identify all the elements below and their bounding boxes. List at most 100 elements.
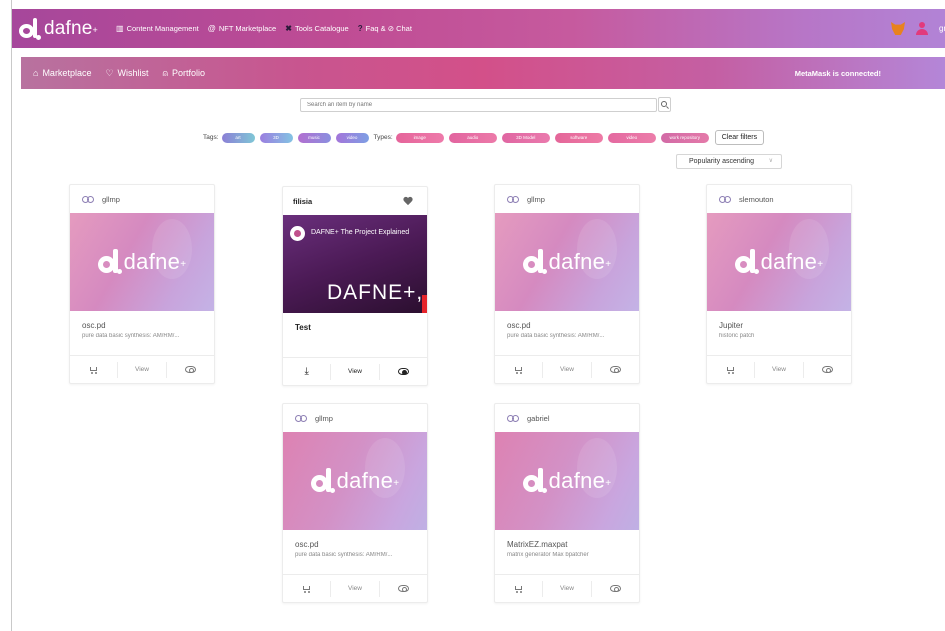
top-navbar: dafne+ ▥ Content Management @ NFT Marketpl…: [12, 9, 945, 48]
subnav-label: Wishlist: [117, 68, 149, 78]
type-chip-work-repository[interactable]: work repository: [660, 132, 709, 143]
card-thumbnail[interactable]: dafne+: [495, 213, 639, 311]
view-button[interactable]: View: [330, 363, 380, 380]
nav-faq-chat[interactable]: ? Faq & ⊘ Chat: [358, 24, 412, 33]
chevron-down-icon: ∨: [768, 158, 773, 164]
card-thumbnail[interactable]: dafne+: [495, 432, 639, 530]
card-actions: View: [70, 355, 214, 383]
dafne-thumbnail-logo: dafne+: [495, 249, 639, 275]
search-button[interactable]: [658, 97, 671, 112]
item-card[interactable]: gllmp dafne+ osc.pd pure data basic synt…: [494, 184, 640, 384]
card-owner[interactable]: slemouton: [739, 195, 774, 204]
tag-chip-art[interactable]: art: [221, 132, 255, 143]
card-thumbnail[interactable]: dafne+: [707, 213, 851, 311]
card-owner[interactable]: filisia: [293, 197, 312, 206]
question-icon: ?: [357, 24, 363, 33]
filter-bar: Tags: art 3D music video Types: image au…: [203, 130, 765, 145]
nav-label: Content Management: [126, 24, 199, 33]
card-description: matrix generator Max bpatcher: [507, 552, 589, 558]
nav-label: Faq & ⊘ Chat: [365, 24, 412, 33]
preview-button[interactable]: [380, 364, 427, 380]
view-button[interactable]: View: [754, 361, 804, 378]
item-card[interactable]: slemouton dafne+ Jupiter historic patch …: [706, 184, 852, 384]
type-chip-3d-model[interactable]: 3D Model: [501, 132, 550, 143]
view-button[interactable]: View: [330, 580, 380, 597]
type-chip-video[interactable]: video: [607, 132, 656, 143]
cart-icon: [726, 366, 735, 374]
clear-filters-button[interactable]: Clear filters: [714, 130, 765, 145]
add-to-cart-button[interactable]: [707, 362, 754, 378]
add-to-cart-button[interactable]: [495, 581, 542, 597]
card-title: osc.pd: [82, 321, 106, 330]
cart-icon: [514, 585, 523, 593]
window-frame-left: [0, 0, 12, 631]
type-chip-image[interactable]: image: [395, 132, 444, 143]
card-title: Test: [295, 323, 311, 332]
card-owner[interactable]: gllmp: [527, 195, 545, 204]
download-button[interactable]: ⤓: [283, 364, 330, 380]
subnav-label: Marketplace: [42, 68, 92, 78]
item-card[interactable]: gabriel dafne+ MatrixEZ.maxpat matrix ge…: [494, 403, 640, 603]
type-chip-software[interactable]: software: [554, 132, 603, 143]
view-button[interactable]: View: [542, 580, 592, 597]
dafne-thumbnail-logo: dafne+: [495, 468, 639, 494]
add-to-cart-button[interactable]: [70, 362, 117, 378]
user-icon[interactable]: [916, 22, 928, 35]
nav-nft-marketplace[interactable]: @ NFT Marketplace: [208, 24, 277, 33]
video-thumbnail[interactable]: DAFNE+ The Project Explained DAFNE+, T: [283, 215, 427, 313]
tag-chip-video[interactable]: video: [335, 132, 369, 143]
cart-icon: [89, 366, 98, 374]
download-icon: ⤓: [304, 365, 309, 377]
heart-icon[interactable]: [403, 197, 413, 206]
add-to-cart-button[interactable]: [495, 362, 542, 378]
nav-content-management[interactable]: ▥ Content Management: [116, 24, 199, 33]
card-header: filisia: [283, 187, 427, 215]
type-chip-audio[interactable]: audio: [448, 132, 497, 143]
infinity-icon: [295, 414, 307, 422]
subnav-portfolio[interactable]: ⍝ Portfolio: [163, 68, 205, 79]
preview-button[interactable]: [592, 362, 639, 378]
dafne-logo-mark: [19, 17, 41, 40]
card-description: pure data basic synthesis: AM/RM/...: [82, 333, 180, 339]
tag-chip-music[interactable]: music: [297, 132, 331, 143]
preview-button[interactable]: [592, 581, 639, 597]
dafne-thumbnail-logo: dafne+: [707, 249, 851, 275]
home-icon: ⌂: [33, 68, 39, 78]
eye-icon: [397, 368, 409, 375]
card-title: osc.pd: [507, 321, 531, 330]
nav-label: Tools Catalogue: [294, 24, 349, 33]
card-owner[interactable]: gllmp: [102, 195, 120, 204]
infinity-icon: [82, 195, 94, 203]
item-card[interactable]: filisia DAFNE+ The Project Explained DAF…: [282, 186, 428, 386]
subnav-marketplace[interactable]: ⌂ Marketplace: [33, 68, 91, 79]
card-title: osc.pd: [295, 540, 319, 549]
person-icon: ⍝: [162, 67, 168, 78]
card-header: gabriel: [495, 404, 639, 432]
eye-icon: [609, 366, 621, 373]
metamask-fox-icon[interactable]: [891, 22, 905, 35]
preview-button[interactable]: [380, 581, 427, 597]
nav-tools-catalogue[interactable]: ✖ Tools Catalogue: [285, 24, 349, 33]
search-input[interactable]: [300, 98, 657, 112]
user-name[interactable]: greg: [939, 24, 945, 33]
tag-chip-3d[interactable]: 3D: [259, 132, 293, 143]
nft-icon: @: [207, 24, 216, 33]
subnav-wishlist[interactable]: ♡ Wishlist: [105, 68, 148, 79]
dafne-thumbnail-logo: dafne+: [70, 249, 214, 275]
sort-select[interactable]: Popularity ascending ∨: [676, 154, 782, 169]
card-owner[interactable]: gabriel: [527, 414, 550, 423]
view-button[interactable]: View: [542, 361, 592, 378]
preview-button[interactable]: [804, 362, 851, 378]
card-description: pure data basic synthesis: AM/RM/...: [507, 333, 605, 339]
preview-button[interactable]: [167, 362, 214, 378]
item-card[interactable]: gllmp dafne+ osc.pd pure data basic synt…: [69, 184, 215, 384]
view-button[interactable]: View: [117, 361, 167, 378]
card-thumbnail[interactable]: dafne+: [283, 432, 427, 530]
dafne-thumbnail-logo: dafne+: [283, 468, 427, 494]
dafne-logo[interactable]: dafne+: [19, 17, 98, 40]
item-card[interactable]: gllmp dafne+ osc.pd pure data basic synt…: [282, 403, 428, 603]
card-owner[interactable]: gllmp: [315, 414, 333, 423]
card-thumbnail[interactable]: dafne+: [70, 213, 214, 311]
card-actions: View: [495, 355, 639, 383]
add-to-cart-button[interactable]: [283, 581, 330, 597]
